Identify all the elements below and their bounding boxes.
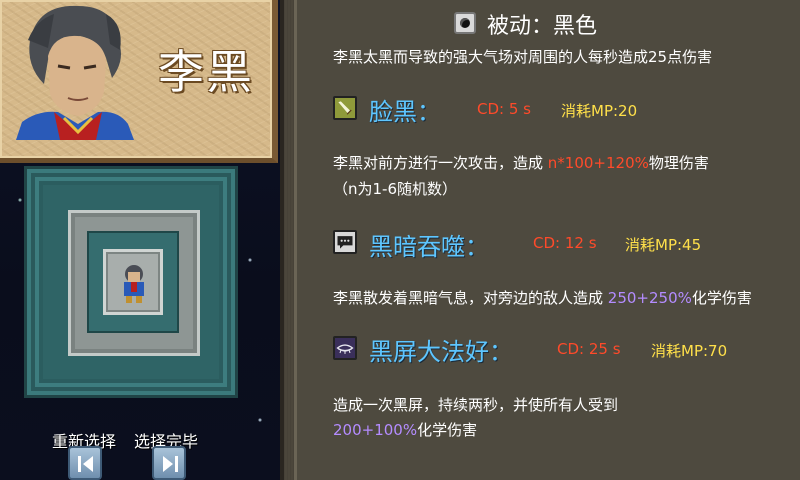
skill-info-panel: 被动：黑色 李黑太黑而导致的强大气场对周围的人每秒造成25点伤害 脸黑： CD:…: [280, 0, 800, 480]
skill-1-mp-cost: 消耗MP:20: [561, 102, 638, 120]
skill-2-desc-text: 李黑散发着黑暗气息，对旁边的敌人造成: [333, 289, 608, 307]
skill-3-description-line2: 200+100%化学伤害: [333, 419, 477, 440]
skill-3-damage-value: 200+100%: [333, 421, 418, 439]
hero-preview-stage: [24, 166, 238, 398]
skill-1-description: 李黑对前方进行一次攻击，造成 n*100+120%物理伤害: [333, 152, 709, 173]
skill-2-damage-value: 250+250%: [607, 289, 692, 307]
skill-1-cooldown: CD: 5 s: [477, 100, 531, 118]
arrow-left-icon: [78, 456, 93, 472]
skill-1-name: 脸黑：: [369, 98, 441, 126]
skill-2-cooldown: CD: 12 s: [533, 234, 597, 252]
skill-3-damage-type: 化学伤害: [417, 421, 478, 439]
skill-2-name: 黑暗吞噬：: [369, 233, 489, 261]
closed-eye-icon: [333, 336, 357, 360]
previous-hero-button[interactable]: [68, 446, 102, 480]
skill-1-description-note: （n为1-6随机数）: [333, 180, 458, 198]
next-hero-button[interactable]: [152, 446, 186, 480]
hero-select-panel: 李黑 重新选择 选择完毕: [0, 0, 280, 480]
skill-2-damage-type: 化学伤害: [691, 289, 752, 307]
hero-name-panel: 李黑: [0, 0, 278, 163]
stage-frame: [68, 210, 200, 356]
speech-bubble-icon: [333, 230, 357, 254]
skill-2-description: 李黑散发着黑暗气息，对旁边的敌人造成 250+250%化学伤害: [333, 287, 752, 308]
skill-3-cooldown: CD: 25 s: [557, 340, 621, 358]
skill-3-description: 造成一次黑屏，持续两秒，并使所有人受到: [333, 396, 619, 414]
skill-2-mp-cost: 消耗MP:45: [625, 236, 702, 254]
skill-1-damage-value: n*100+120%: [547, 154, 649, 172]
arrow-right-icon: [163, 456, 178, 472]
hero-portrait: [16, 5, 134, 140]
hero-sprite: [124, 265, 144, 303]
skill-info-content: 被动：黑色 李黑太黑而导致的强大气场对周围的人每秒造成25点伤害 脸黑： CD:…: [294, 0, 800, 480]
stage-pedestal: [103, 249, 163, 315]
passive-description: 李黑太黑而导致的强大气场对周围的人每秒造成25点伤害: [333, 48, 713, 66]
sword-icon: [333, 96, 357, 120]
passive-title: 被动：黑色: [487, 14, 598, 39]
stage-inner-frame: [87, 231, 179, 333]
skill-1-desc-text: 李黑对前方进行一次攻击，造成: [333, 154, 548, 172]
dark-orb-icon: [454, 12, 476, 34]
skill-3-name: 黑屏大法好：: [369, 338, 513, 366]
skill-3-mp-cost: 消耗MP:70: [651, 342, 728, 360]
skill-1-damage-type: 物理伤害: [648, 154, 709, 172]
hero-name: 李黑: [158, 45, 254, 99]
